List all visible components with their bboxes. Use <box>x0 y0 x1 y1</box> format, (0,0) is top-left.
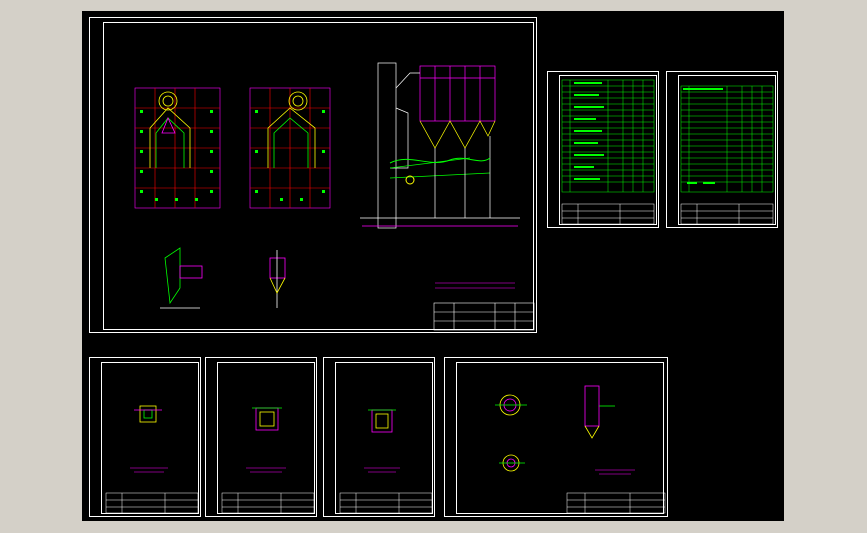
sheet-main-arrangement[interactable] <box>89 17 537 333</box>
plan-view-left-structure <box>149 91 191 168</box>
equipment-list-2-table <box>680 85 774 225</box>
title-block <box>221 492 315 514</box>
section-detail-b <box>269 250 286 308</box>
general-notes <box>435 282 515 289</box>
elevation-piping <box>389 157 491 185</box>
detail-3-drawing <box>339 409 433 514</box>
elevation-view <box>360 62 520 229</box>
title-block <box>339 492 433 514</box>
detail-4-drawing <box>495 385 666 514</box>
sheet-equipment-list-1[interactable] <box>547 71 659 228</box>
plan-view-right <box>249 87 331 209</box>
detail-2-drawing <box>221 407 315 514</box>
title-block <box>680 203 774 225</box>
sheet-detail-4[interactable] <box>444 357 668 517</box>
detail-1-drawing <box>105 405 199 514</box>
title-block <box>566 492 666 514</box>
cad-model-space[interactable] <box>82 11 784 521</box>
main-arrangement-drawing <box>134 62 535 331</box>
equipment-list-1-table <box>561 79 655 225</box>
plan-view-left-columns <box>140 110 213 201</box>
sheet-detail-3[interactable] <box>323 357 435 517</box>
title-block <box>105 492 199 514</box>
sheet-equipment-list-2[interactable] <box>666 71 778 228</box>
sheet-detail-2[interactable] <box>205 357 317 517</box>
title-block <box>433 302 535 331</box>
plan-view-left <box>134 87 221 209</box>
title-block <box>561 203 655 225</box>
sheet-detail-1[interactable] <box>89 357 201 517</box>
plan-view-right-structure <box>267 91 316 168</box>
section-detail-a <box>160 247 203 309</box>
